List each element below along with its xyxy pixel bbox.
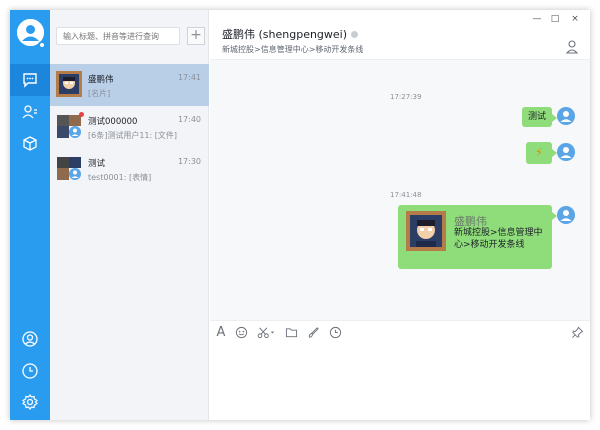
gear-icon	[22, 394, 38, 410]
contact-name: 盛鹏伟 (shengpengwei)	[222, 26, 359, 42]
card-avatar	[406, 211, 446, 251]
group-avatar	[56, 113, 82, 139]
sidebar-item-settings[interactable]	[10, 386, 50, 418]
history-button[interactable]	[328, 325, 342, 339]
message-timestamp: 17:27:39	[390, 93, 422, 101]
message-timestamp: 17:41:48	[390, 191, 422, 199]
screenshot-button[interactable]	[256, 325, 276, 339]
message-bubble[interactable]: 测试	[522, 107, 557, 127]
chat-header: 盛鹏伟 (shengpengwei) 新城控股>信息管理中心>移动开发条线 — …	[210, 10, 590, 60]
folder-icon	[285, 327, 297, 337]
profile-icon[interactable]	[566, 40, 578, 54]
conversation-name: 盛鹏伟	[88, 75, 114, 85]
sidebar-item-profile[interactable]	[10, 323, 50, 355]
add-button[interactable]: +	[187, 27, 205, 45]
emoji-message-bubble[interactable]: ⚡	[526, 142, 557, 164]
maximize-button[interactable]: □	[548, 14, 562, 24]
chat-window: + 盛鹏伟 17:41 [名片] 测试000000 17:40 [6条]测试用户…	[10, 10, 590, 420]
message-text: 测试	[528, 112, 547, 122]
pin-button[interactable]	[570, 325, 584, 339]
contact-name-text: 盛鹏伟 (shengpengwei)	[222, 28, 348, 41]
my-message-avatar	[557, 143, 575, 161]
conversation-preview: [名片]	[88, 89, 111, 98]
cube-icon	[23, 136, 37, 151]
conversation-item[interactable]: 测试000000 17:40 [6条]测试用户11: [文件]	[50, 106, 209, 148]
message-input[interactable]	[210, 342, 590, 420]
conversation-item[interactable]: 盛鹏伟 17:41 [名片]	[50, 64, 209, 106]
input-toolbar: A	[210, 320, 590, 342]
scissors-icon	[257, 327, 275, 338]
clock-icon	[329, 326, 341, 338]
online-status-icon	[38, 41, 46, 49]
lightning-emoji-icon: ⚡	[535, 146, 543, 159]
whiteboard-button[interactable]	[306, 325, 320, 339]
avatar	[56, 71, 82, 97]
group-avatar	[56, 155, 82, 181]
conversation-item[interactable]: 测试 17:30 test0001: [表情]	[50, 148, 209, 190]
user-circle-icon	[22, 331, 38, 347]
contact-department: 新城控股>信息管理中心>移动开发条线	[222, 45, 364, 54]
left-rail	[10, 10, 50, 420]
presence-icon	[351, 31, 359, 38]
conversation-time: 17:41	[177, 73, 201, 82]
chat-bubble-icon	[23, 73, 37, 88]
my-message-avatar	[557, 206, 575, 224]
unread-dot-icon	[79, 112, 84, 117]
conversation-name: 测试000000	[88, 117, 138, 127]
conversation-name: 测试	[88, 159, 106, 169]
contacts-icon	[22, 105, 37, 119]
sidebar-item-messages[interactable]	[10, 64, 50, 96]
emoji-icon	[235, 326, 247, 338]
sidebar-item-apps[interactable]	[10, 128, 50, 160]
paint-icon	[308, 326, 319, 338]
chat-panel: 盛鹏伟 (shengpengwei) 新城控股>信息管理中心>移动开发条线 — …	[210, 10, 590, 420]
conversation-time: 17:30	[177, 157, 201, 166]
font-icon: A	[216, 324, 226, 340]
close-button[interactable]: ×	[568, 14, 582, 24]
minimize-button[interactable]: —	[530, 14, 544, 24]
conversation-time: 17:40	[177, 115, 201, 124]
font-button[interactable]: A	[214, 324, 228, 340]
my-message-avatar	[557, 107, 575, 125]
sidebar-item-history[interactable]	[10, 355, 50, 387]
conversation-list: + 盛鹏伟 17:41 [名片] 测试000000 17:40 [6条]测试用户…	[50, 10, 209, 420]
search-input[interactable]	[56, 27, 180, 45]
sidebar-item-contacts[interactable]	[10, 96, 50, 128]
emoji-button[interactable]	[234, 325, 248, 339]
card-department: 新城控股>信息管理中心>移动开发条线	[454, 228, 543, 250]
pin-icon	[571, 326, 583, 338]
conversation-preview: test0001: [表情]	[88, 173, 152, 182]
conversation-preview: [6条]测试用户11: [文件]	[88, 131, 177, 140]
clock-icon	[22, 363, 38, 379]
contact-card-message[interactable]: 盛鹏伟 新城控股>信息管理中心>移动开发条线	[398, 205, 557, 269]
file-button[interactable]	[284, 325, 298, 339]
